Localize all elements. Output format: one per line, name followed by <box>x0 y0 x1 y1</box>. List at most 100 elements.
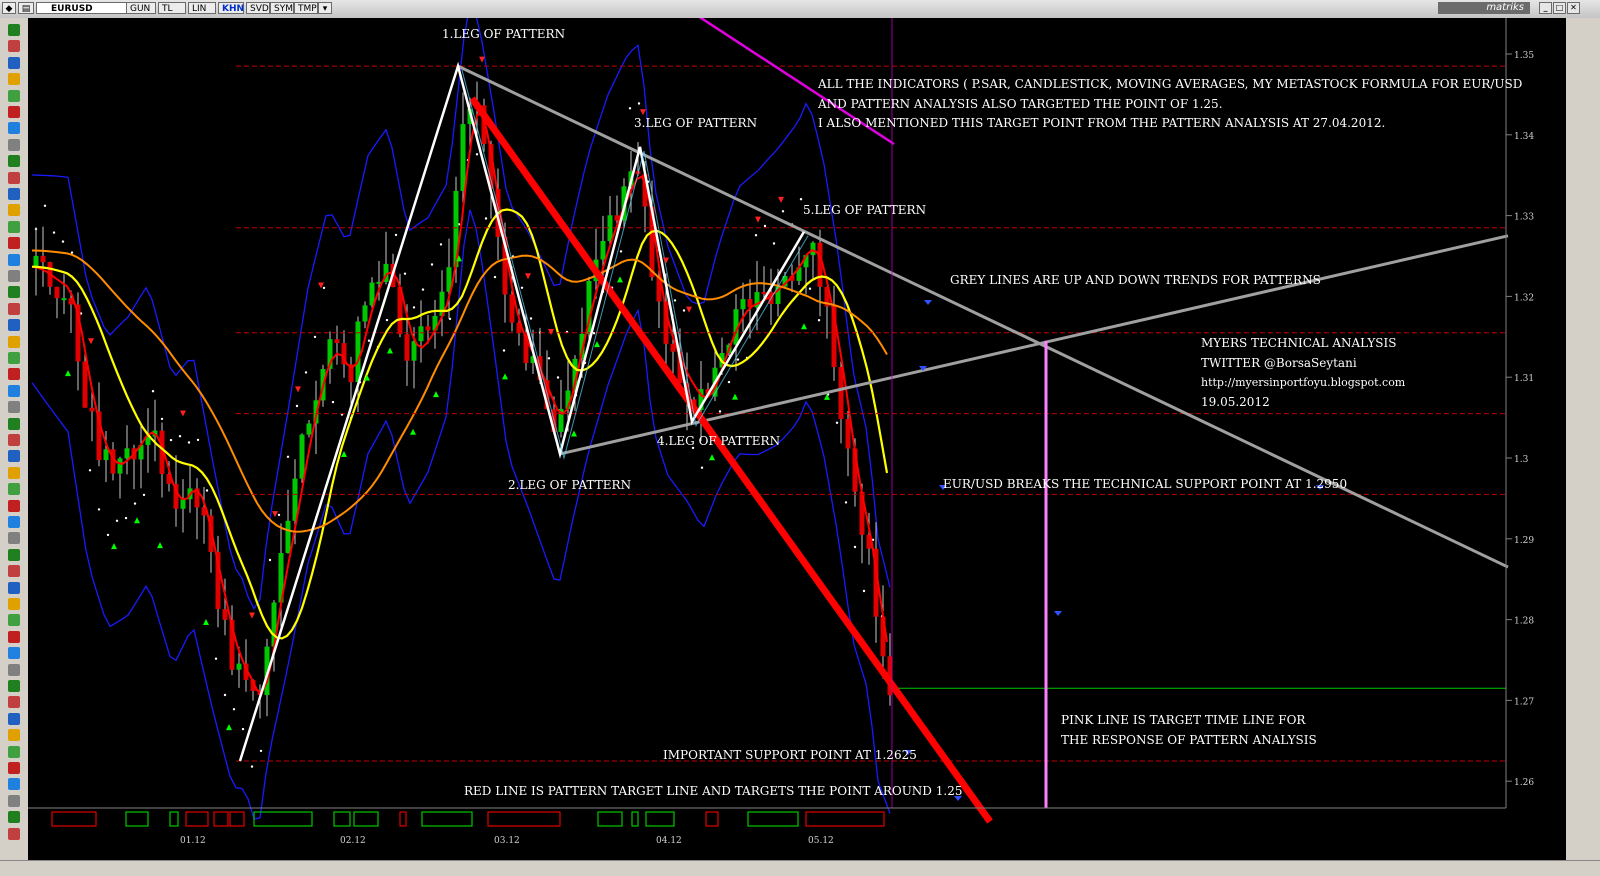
psar-dot <box>772 242 776 245</box>
bearish-candle <box>334 339 340 343</box>
maximize-icon[interactable]: □ <box>1553 2 1566 14</box>
symbol-field[interactable]: EURUSD <box>36 2 128 14</box>
drawing-tool-icon[interactable] <box>8 483 20 496</box>
button-sym[interactable]: SYM <box>270 2 294 14</box>
red-line-note: RED LINE IS PATTERN TARGET LINE AND TARG… <box>464 784 962 798</box>
menu-icon[interactable]: ◆ <box>2 2 16 14</box>
drawing-tool-icon[interactable] <box>8 532 20 545</box>
drawing-tool-icon[interactable] <box>8 450 20 463</box>
drawing-tool-icon[interactable] <box>8 663 20 676</box>
chart-type-icon[interactable]: ▤ <box>18 2 34 14</box>
drawing-tool-icon[interactable] <box>8 516 20 528</box>
psar-dot <box>313 335 317 339</box>
psar-dot <box>196 438 200 442</box>
psar-dot <box>223 693 227 697</box>
bullish-candle <box>124 448 130 459</box>
drawing-tool-icon[interactable] <box>8 745 20 758</box>
drawing-tool-icon[interactable] <box>8 729 20 742</box>
drawing-tool-icon[interactable] <box>8 352 20 364</box>
drawing-tool-icon[interactable] <box>8 155 20 168</box>
drawing-tool-icon[interactable] <box>8 89 20 102</box>
drawing-tool-icon[interactable] <box>8 499 20 512</box>
button-tmp[interactable]: TMP <box>294 2 318 14</box>
bullish-candle <box>600 241 606 260</box>
price-tick-label: 1.34 <box>1514 132 1534 142</box>
drawing-tool-icon[interactable] <box>8 188 20 200</box>
price-tick-label: 1.29 <box>1514 536 1534 546</box>
drawing-tool-icon[interactable] <box>8 466 20 479</box>
scale-button-lin[interactable]: LIN <box>188 2 216 14</box>
leg1-label: 1.LEG OF PATTERN <box>442 27 565 41</box>
drawing-tool-icon[interactable] <box>8 286 20 299</box>
style-button-khn[interactable]: KHN <box>218 2 244 14</box>
psar-dot <box>88 469 92 472</box>
psar-dot <box>178 435 182 438</box>
minimize-icon[interactable]: _ <box>1539 2 1552 14</box>
drawing-tool-icon[interactable] <box>8 24 20 36</box>
drawing-tool-icon[interactable] <box>8 565 20 578</box>
psar-dot <box>304 371 308 374</box>
psar-dot <box>808 287 812 290</box>
psar-dot <box>484 217 488 220</box>
drawing-tool-icon[interactable] <box>8 106 20 118</box>
bullish-candle <box>740 299 746 310</box>
drawing-tool-icon[interactable] <box>8 827 20 840</box>
drawing-tool-icon[interactable] <box>8 368 20 381</box>
drawing-tool-icon[interactable] <box>8 417 20 430</box>
drawing-tool-icon[interactable] <box>8 237 20 250</box>
close-icon[interactable]: ✕ <box>1567 2 1580 14</box>
psar-dot <box>502 349 506 352</box>
template-dropdown-icon[interactable]: ▾ <box>318 2 332 14</box>
drawing-tool-icon[interactable] <box>8 40 20 53</box>
period-button-gun[interactable]: GUN <box>126 2 156 14</box>
drawing-tool-icon[interactable] <box>8 794 20 807</box>
bullish-candle <box>61 298 67 301</box>
drawing-tool-icon[interactable] <box>8 171 20 184</box>
psar-dot <box>754 234 758 237</box>
drawing-tool-icon[interactable] <box>8 319 20 332</box>
bullish-candle <box>236 663 242 670</box>
drawing-tool-icon[interactable] <box>8 138 20 151</box>
psar-dot <box>124 516 128 520</box>
vertical-scrollbar[interactable] <box>1566 18 1600 860</box>
drawing-tool-icon[interactable] <box>8 630 20 643</box>
drawing-tool-icon[interactable] <box>8 598 20 610</box>
bearish-candle <box>425 326 431 331</box>
drawing-tool-icon[interactable] <box>8 762 20 774</box>
drawing-tool-icon[interactable] <box>8 401 20 414</box>
line-button-tl[interactable]: TL <box>158 2 186 14</box>
date-tick-label: 05.12 <box>808 836 834 846</box>
bearish-candle <box>89 407 95 412</box>
drawing-tool-icon[interactable] <box>8 122 20 135</box>
drawing-tool-icon[interactable] <box>8 712 20 725</box>
button-svd[interactable]: SVD <box>246 2 270 14</box>
bearish-candle <box>82 361 88 408</box>
indicators-note-line3: I ALSO MENTIONED THIS TARGET POINT FROM … <box>818 116 1385 130</box>
psar-dot <box>439 243 443 246</box>
drawing-tool-icon[interactable] <box>8 335 20 348</box>
bullish-candle <box>306 423 312 435</box>
drawing-tool-icon[interactable] <box>8 778 20 791</box>
drawing-tool-icon[interactable] <box>8 73 20 86</box>
drawing-tool-icon[interactable] <box>8 220 20 233</box>
price-chart[interactable]: 1.26 1.27 1.28 1.29 1.3 1.31 1.32 1.33 1.34 1.35 0… <box>28 18 1566 860</box>
psar-dot <box>619 250 623 253</box>
author-name: MYERS TECHNICAL ANALYSIS <box>1201 336 1396 350</box>
drawing-tool-icon[interactable] <box>8 811 20 824</box>
psar-dot <box>493 275 497 279</box>
drawing-tool-icon[interactable] <box>8 647 20 660</box>
drawing-tool-icon[interactable] <box>8 253 20 266</box>
drawing-tool-icon[interactable] <box>8 680 20 692</box>
drawing-tool-icon[interactable] <box>8 56 20 69</box>
drawing-tool-icon[interactable] <box>8 614 20 627</box>
drawing-tool-icon[interactable] <box>8 696 20 709</box>
drawing-tool-icon[interactable] <box>8 302 20 315</box>
drawing-tool-icon[interactable] <box>8 270 20 282</box>
drawing-tool-icon[interactable] <box>8 204 20 217</box>
drawing-tool-icon[interactable] <box>8 548 20 561</box>
drawing-tool-icon[interactable] <box>8 434 20 446</box>
drawing-tool-icon[interactable] <box>8 581 20 594</box>
drawing-tool-icon[interactable] <box>8 384 20 397</box>
leg5-label: 5.LEG OF PATTERN <box>803 203 926 217</box>
leg4-label: 4.LEG OF PATTERN <box>657 434 780 448</box>
